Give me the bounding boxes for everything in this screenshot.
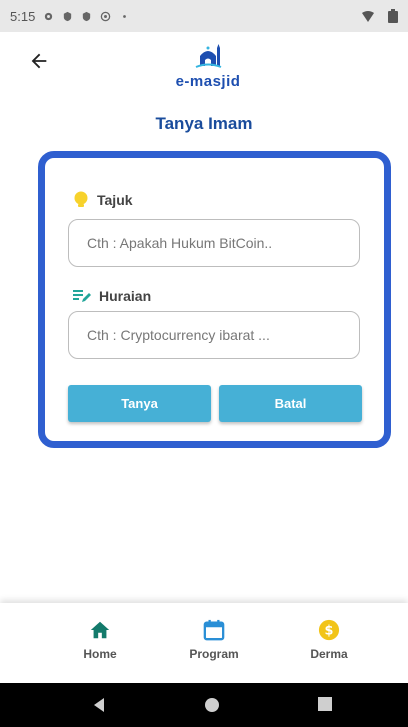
settings-status-icon <box>45 12 53 20</box>
nav-item-program[interactable]: Program <box>159 613 269 663</box>
logo-text: e-masjid <box>175 73 241 90</box>
question-form-card: Tajuk Cth : Apakah Hukum BitCoin.. Hurai… <box>38 151 391 448</box>
system-home-icon[interactable] <box>204 697 220 713</box>
batal-button[interactable]: Batal <box>219 385 362 422</box>
huraian-label-row: Huraian <box>73 288 151 304</box>
home-icon <box>90 621 110 639</box>
system-back-icon[interactable] <box>92 697 106 713</box>
mosque-logo-icon <box>195 44 222 68</box>
page-title: Tanya Imam <box>155 114 253 133</box>
tajuk-label-row: Tajuk <box>73 191 133 209</box>
shield-status-icon-2 <box>83 11 91 21</box>
huraian-input[interactable]: Cth : Cryptocurrency ibarat ... <box>68 311 360 359</box>
nav-item-derma[interactable]: $ Derma <box>274 613 384 663</box>
nav-label-home: Home <box>83 647 117 661</box>
bottom-navigation: Home Program $ Derma <box>0 603 408 683</box>
battery-icon <box>388 9 398 23</box>
svg-text:$: $ <box>325 624 334 639</box>
system-navigation-bar <box>0 683 408 727</box>
system-recents-icon[interactable] <box>318 697 332 711</box>
wifi-icon <box>362 10 374 22</box>
app-logo: e-masjid <box>168 42 248 92</box>
nav-label-program: Program <box>189 647 239 661</box>
status-bar: 5:15 <box>0 0 408 32</box>
status-time: 5:15 <box>10 8 36 24</box>
tajuk-label: Tajuk <box>97 192 133 208</box>
notes-edit-icon <box>73 290 91 302</box>
nav-item-home[interactable]: Home <box>45 613 155 663</box>
at-status-icon <box>101 11 111 21</box>
shield-status-icon <box>64 11 72 21</box>
dollar-coin-icon: $ <box>318 619 340 641</box>
calendar-icon <box>203 619 225 641</box>
tajuk-placeholder: Cth : Apakah Hukum BitCoin.. <box>87 235 273 251</box>
huraian-placeholder: Cth : Cryptocurrency ibarat ... <box>87 327 270 343</box>
back-arrow-icon[interactable] <box>28 50 50 72</box>
huraian-label: Huraian <box>99 288 152 304</box>
nav-label-derma: Derma <box>310 647 348 661</box>
tajuk-input[interactable]: Cth : Apakah Hukum BitCoin.. <box>68 219 360 267</box>
tanya-button[interactable]: Tanya <box>68 385 211 422</box>
top-bar: e-masjid <box>0 40 408 95</box>
lightbulb-icon <box>74 191 88 207</box>
dot-status-icon <box>123 14 127 18</box>
